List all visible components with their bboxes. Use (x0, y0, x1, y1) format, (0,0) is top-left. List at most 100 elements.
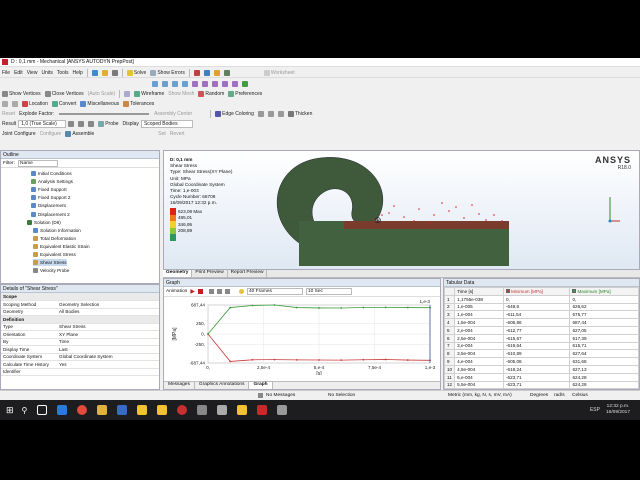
warning-icon[interactable] (213, 69, 220, 76)
edges-icon[interactable] (124, 90, 131, 97)
outline-item[interactable]: Equivalent Elastic Strain (33, 243, 90, 250)
app-icon[interactable] (197, 405, 208, 415)
details-value[interactable]: Time (57, 338, 159, 346)
graph-tab[interactable]: Messages (164, 382, 195, 389)
mechanical-running-icon[interactable] (257, 405, 268, 415)
details-row[interactable]: Type Shear Stress (1, 323, 159, 331)
convert-button[interactable]: Convert (50, 100, 79, 108)
new-icon[interactable] (91, 69, 98, 76)
tolerances-button[interactable]: Tolerances (121, 100, 156, 108)
edge-style-icon[interactable] (257, 110, 264, 117)
details-row[interactable]: Geometry All Bodies (1, 308, 159, 316)
graph-tab[interactable]: Graphics Annotations (195, 382, 250, 389)
menu-help[interactable]: Help (71, 69, 85, 77)
outline-item[interactable]: Analysis Settings (31, 178, 73, 185)
store-icon[interactable] (117, 405, 128, 415)
details-value[interactable]: Geometry Selection (57, 300, 159, 309)
table-row[interactable]: 7 3,e-004 -619,64 615,71 (444, 341, 639, 351)
auto-scale-field[interactable]: (Auto Scale) (86, 90, 118, 98)
outline-item[interactable]: Solution Information (33, 227, 81, 234)
angle-status[interactable]: Degrees (530, 393, 554, 398)
outline-item[interactable]: Equivalent Stress (33, 251, 76, 258)
table-row[interactable]: 9 4,e-004 -605,08 631,68 (444, 357, 639, 366)
details-row[interactable]: Identifier (1, 368, 159, 376)
view-tab[interactable]: Report Preview (228, 270, 268, 277)
app-icon[interactable] (277, 405, 288, 415)
task-view-icon[interactable] (37, 405, 48, 415)
menu-file[interactable]: File (0, 69, 12, 77)
details-value[interactable]: Shear Stress (57, 323, 159, 331)
details-row[interactable]: Orientation XY Plane (1, 330, 159, 339)
outline-item[interactable]: Velocity Probe (33, 267, 69, 274)
details-value[interactable]: All Bodies (57, 308, 159, 316)
table-row[interactable]: 10 4,5e-004 -618,24 627,13 (444, 364, 639, 374)
outline-item[interactable]: Fixed Support 2 (31, 194, 70, 201)
rate-status[interactable]: rad/s (554, 393, 572, 398)
filter-dropdown[interactable]: Name (18, 159, 58, 167)
select-point-icon[interactable] (152, 80, 158, 87)
ansys-workbench-icon[interactable] (137, 405, 148, 415)
details-value[interactable] (57, 368, 159, 376)
set-button[interactable]: Set (156, 130, 168, 138)
series-checkbox[interactable] (506, 288, 510, 293)
menu-view[interactable]: View (25, 69, 40, 77)
details-group-header[interactable]: Definition (1, 315, 159, 324)
iso-view-icon[interactable] (242, 80, 248, 87)
graph-tab[interactable]: Graph (249, 382, 273, 389)
stop-icon[interactable] (197, 289, 203, 294)
tabular-header-cell[interactable]: Time [s] (454, 287, 504, 296)
outline-item[interactable]: Displacement 2 (31, 211, 70, 218)
show-errors-button[interactable]: Show Errors (148, 69, 187, 77)
zoom-box-icon[interactable] (222, 80, 228, 87)
reset-button[interactable]: Reset (0, 110, 17, 118)
close-vertices-button[interactable]: Close Vertices (43, 90, 86, 98)
duration-dropdown[interactable]: 10 Sec (305, 288, 352, 295)
check-icon[interactable] (203, 69, 210, 76)
file-explorer-icon[interactable] (97, 405, 108, 415)
fit-icon[interactable] (232, 80, 238, 87)
details-value[interactable]: Last (57, 345, 159, 354)
table-row[interactable]: 2 1,e-005 -649,6 626,62 (444, 302, 639, 312)
wireframe-button[interactable]: Wireframe (132, 90, 166, 98)
contour-icon[interactable] (68, 120, 75, 127)
configure-button[interactable]: Configure (38, 130, 64, 138)
outline-item[interactable]: Solution (D6) (27, 219, 61, 226)
units-status[interactable]: Metric (mm, kg, N, s, mV, mA) (448, 393, 530, 398)
table-row[interactable]: 4 1,5e-004 -606,86 687,44 (444, 318, 639, 327)
frames-dropdown[interactable]: 40 Frames (246, 288, 303, 295)
edges-display-icon[interactable] (78, 120, 85, 127)
menu-edit[interactable]: Edit (12, 69, 25, 77)
explode-slider[interactable] (59, 112, 150, 115)
dropdown-icon[interactable] (12, 100, 18, 107)
outline-item[interactable]: Shear Stress (33, 259, 67, 267)
details-row[interactable]: By Time (1, 338, 159, 346)
chrome-icon[interactable] (77, 405, 88, 415)
details-row[interactable]: Scoping Method Geometry Selection (1, 300, 159, 309)
details-value[interactable]: Yes (57, 360, 159, 369)
miscellaneous-button[interactable]: Miscellaneous (78, 100, 121, 108)
show-vertices-button[interactable]: Show Vertices (0, 90, 43, 98)
zoom-icon[interactable] (212, 80, 218, 87)
table-row[interactable]: 8 3,5e-004 -610,89 627,64 (444, 349, 639, 359)
view-tab[interactable]: Geometry (163, 270, 193, 277)
table-row[interactable]: 12 5,5e-004 -623,71 624,28 (444, 380, 639, 389)
menu-units[interactable]: Units (39, 69, 54, 77)
graph-icon[interactable] (223, 69, 230, 76)
details-row[interactable]: Display Time Last (1, 345, 159, 354)
system-clock[interactable]: 12:32 p.m. 16/09/2017 (606, 404, 630, 416)
messages-status[interactable]: No Messages (266, 393, 328, 398)
details-row[interactable]: Coordinate System Global Coordinate Syste… (1, 353, 159, 361)
table-row[interactable]: 1 1,1755e-038 0, 0, (444, 294, 639, 304)
edge-coloring-button[interactable]: Edge Coloring (213, 110, 256, 118)
next-icon[interactable] (216, 289, 222, 294)
table-row[interactable]: 6 2,5e-004 -615,67 617,39 (444, 333, 639, 343)
export-icon[interactable] (224, 289, 230, 294)
revert-button[interactable]: Revert (168, 130, 187, 138)
show-mesh-button[interactable]: Show Mesh (166, 90, 196, 98)
graphics-viewport[interactable]: D: 0,1 mm Shear Stress Type: Shear Stress(… (163, 150, 640, 270)
table-row[interactable]: 5 2,e-004 -612,77 627,05 (444, 325, 639, 335)
outline-item[interactable]: Total Deformation (33, 235, 76, 242)
scale-dropdown[interactable]: 1,0 (True Scale) (18, 119, 67, 128)
solve-button[interactable]: Solve (125, 69, 149, 77)
app-icon[interactable] (217, 405, 228, 415)
